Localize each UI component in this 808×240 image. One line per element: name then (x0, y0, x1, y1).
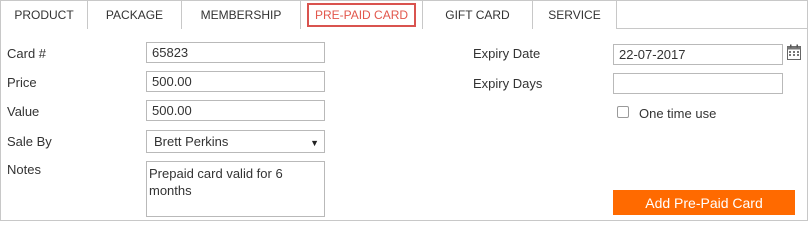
add-pre-paid-card-button[interactable]: Add Pre-Paid Card (613, 190, 795, 215)
card-number-input[interactable] (146, 42, 325, 63)
tab-membership[interactable]: MEMBERSHIP (182, 1, 301, 29)
notes-label: Notes (7, 162, 41, 177)
expiry-date-input[interactable] (613, 44, 783, 65)
sale-by-label: Sale By (7, 134, 52, 149)
tab-label: SERVICE (548, 8, 601, 22)
price-input[interactable] (146, 71, 325, 92)
tab-label: PACKAGE (105, 8, 164, 22)
notes-textarea[interactable]: Prepaid card valid for 6 months (146, 161, 325, 217)
tab-label: GIFT CARD (445, 8, 510, 22)
price-label: Price (7, 75, 37, 90)
sale-by-value: Brett Perkins (154, 134, 229, 149)
value-label: Value (7, 104, 40, 119)
tab-bar: PRODUCT PACKAGE MEMBERSHIP PRE-PAID CARD… (1, 1, 807, 29)
expiry-days-label: Expiry Days (473, 76, 543, 91)
chevron-down-icon: ▼ (310, 138, 319, 148)
one-time-use-checkbox[interactable] (617, 106, 629, 118)
tab-label: MEMBERSHIP (200, 8, 282, 22)
value-input[interactable] (146, 100, 325, 121)
tab-product[interactable]: PRODUCT (1, 1, 88, 29)
tab-pre-paid-card[interactable]: PRE-PAID CARD (301, 1, 423, 29)
tab-label: PRE-PAID CARD (306, 3, 417, 27)
expiry-date-label: Expiry Date (473, 46, 541, 61)
tab-label: PRODUCT (14, 8, 74, 22)
calendar-icon[interactable] (787, 44, 801, 60)
one-time-use-label: One time use (639, 106, 717, 121)
expiry-days-input[interactable] (613, 73, 783, 94)
pre-paid-card-panel: PRODUCT PACKAGE MEMBERSHIP PRE-PAID CARD… (0, 0, 808, 221)
tab-gift-card[interactable]: GIFT CARD (423, 1, 533, 29)
tab-service[interactable]: SERVICE (533, 1, 617, 29)
card-number-label: Card # (7, 46, 47, 61)
tab-package[interactable]: PACKAGE (88, 1, 182, 29)
sale-by-select[interactable]: Brett Perkins ▼ (146, 130, 325, 153)
